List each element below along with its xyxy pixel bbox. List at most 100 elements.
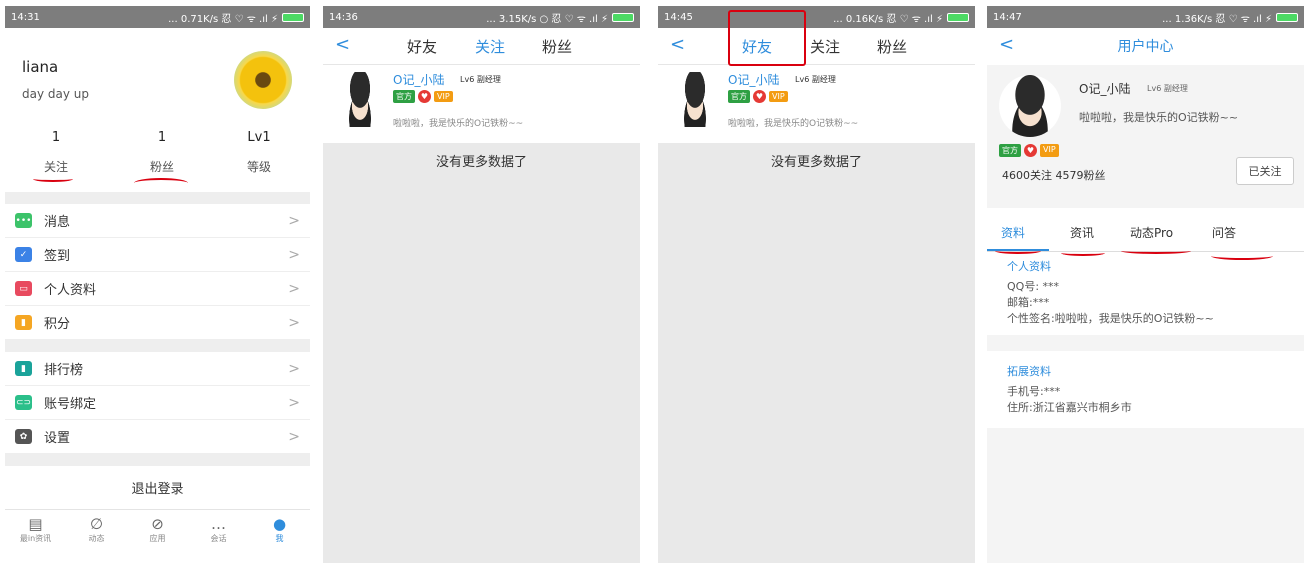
- menu-item-label: 排行榜: [44, 363, 84, 378]
- annotation-underline: [1211, 252, 1273, 260]
- phone-field: 手机号:***: [1007, 385, 1061, 398]
- menu-item-label: 签到: [44, 249, 71, 264]
- tab-following[interactable]: 关注: [475, 36, 505, 57]
- tab-label: 动态: [88, 534, 105, 543]
- following-count: 1: [51, 130, 61, 145]
- user-level: Lv6 副经理: [460, 75, 501, 84]
- logout-button[interactable]: 退出登录: [5, 466, 310, 510]
- following-list-screen: 14:36 ... 3.15K/s ○ 忍 ♡ ᯤ .ıl ⚡ < 好友 关注 …: [323, 6, 640, 563]
- person-icon: ●: [272, 515, 287, 533]
- email-field: 邮箱:***: [1007, 296, 1050, 309]
- battery-icon: [947, 12, 969, 22]
- user-name[interactable]: O记_小陆: [728, 71, 779, 88]
- level-label: 等级: [246, 160, 271, 174]
- menu-item-label: 个人资料: [44, 283, 97, 298]
- chevron-right-icon: >: [288, 212, 300, 229]
- tab-news[interactable]: 资讯: [1070, 224, 1094, 241]
- feather-icon: ∅: [89, 515, 104, 533]
- tab-fans[interactable]: 粉丝: [877, 36, 907, 57]
- settings-gear-icon: ✿: [15, 429, 32, 444]
- profile-card-icon: ▭: [15, 281, 32, 296]
- ranking-icon: ▮: [15, 361, 32, 376]
- avatar[interactable]: [999, 75, 1061, 137]
- qq-field: QQ号: ***: [1007, 280, 1060, 293]
- list-item[interactable]: O记_小陆 Lv6 副经理 官方 ♥ VIP 啦啦啦，我是快乐的O记铁粉~~: [658, 65, 975, 143]
- heart-badge-icon: ♥: [753, 90, 766, 103]
- vip-badge: VIP: [769, 91, 788, 102]
- avatar[interactable]: [675, 72, 715, 127]
- menu-group-2: ▮ 排行榜 > ⊂⊃ 账号绑定 > ✿ 设置 >: [5, 352, 310, 454]
- section-title: 拓展资料: [1007, 365, 1051, 378]
- checkin-icon: ✓: [15, 247, 32, 262]
- tab-chat[interactable]: … 会话: [188, 510, 249, 554]
- annotation-underline: [134, 178, 188, 188]
- status-time: 14:47: [993, 11, 1022, 23]
- tab-qa[interactable]: 问答: [1212, 224, 1236, 241]
- menu-item-points[interactable]: ▮ 积分 >: [5, 306, 310, 340]
- tab-apps[interactable]: ⊘ 应用: [127, 510, 188, 554]
- badge-group: 官方 ♥ VIP: [393, 90, 453, 103]
- divider: [5, 192, 310, 204]
- user-name[interactable]: O记_小陆: [393, 71, 444, 88]
- avatar[interactable]: [340, 72, 380, 127]
- status-bar: 14:47 ... 1.36K/s 忍 ♡ ᯤ .ıl ⚡: [987, 6, 1304, 28]
- annotation-box: [728, 10, 806, 66]
- badge-group: 官方 ♥ VIP: [728, 90, 788, 103]
- status-time: 14:31: [11, 11, 40, 23]
- tab-info[interactable]: 资料: [1001, 224, 1025, 241]
- chat-bubble-icon: …: [211, 515, 226, 533]
- following-button[interactable]: 已关注: [1236, 157, 1294, 185]
- tab-following[interactable]: 关注: [810, 36, 840, 57]
- back-arrow-icon[interactable]: <: [335, 34, 350, 55]
- followers-stat[interactable]: 1 粉丝: [132, 130, 192, 175]
- tab-feed-pro[interactable]: 动态Pro: [1130, 224, 1173, 241]
- profile-tabs: 资料 资讯 动态Pro 问答: [987, 214, 1304, 260]
- menu-item-settings[interactable]: ✿ 设置 >: [5, 420, 310, 454]
- menu-item-messages[interactable]: ••• 消息 >: [5, 204, 310, 238]
- official-badge: 官方: [728, 90, 750, 103]
- level-stat[interactable]: Lv1 等级: [229, 130, 289, 175]
- chevron-right-icon: >: [288, 280, 300, 297]
- heart-badge-icon: ♥: [418, 90, 431, 103]
- page-title: 用户中心: [1117, 39, 1174, 55]
- list-item[interactable]: O记_小陆 Lv6 副经理 官方 ♥ VIP 啦啦啦，我是快乐的O记铁粉~~: [323, 65, 640, 143]
- user-level: Lv6 副经理: [1147, 84, 1188, 93]
- status-network: ... 3.15K/s ○ 忍 ♡ ᯤ .ıl ⚡: [486, 13, 608, 25]
- profile-me-screen: 14:31 ... 0.71K/s 忍 ♡ ᯤ .ıl ⚡ liana day …: [5, 6, 310, 563]
- username: liana: [22, 58, 59, 76]
- menu-item-label: 消息: [44, 215, 71, 230]
- personal-info-section: 个人资料 QQ号: *** 邮箱:*** 个性签名:啦啦啦，我是快乐的O记铁粉~…: [987, 252, 1304, 335]
- back-arrow-icon[interactable]: <: [670, 34, 685, 55]
- level-value: Lv1: [247, 130, 271, 145]
- tab-fans[interactable]: 粉丝: [542, 36, 572, 57]
- tab-feed[interactable]: ∅ 动态: [66, 510, 127, 554]
- avatar[interactable]: [234, 51, 292, 109]
- user-signature: 啦啦啦，我是快乐的O记铁粉~~: [1079, 111, 1239, 124]
- menu-item-ranking[interactable]: ▮ 排行榜 >: [5, 352, 310, 386]
- following-stat[interactable]: 1 关注: [26, 130, 86, 175]
- heart-badge-icon: ♥: [1024, 144, 1037, 157]
- tab-me[interactable]: ● 我: [249, 510, 310, 554]
- menu-item-label: 积分: [44, 317, 71, 332]
- menu-item-checkin[interactable]: ✓ 签到 >: [5, 238, 310, 272]
- compass-icon: ⊘: [151, 515, 164, 533]
- account-bind-icon: ⊂⊃: [15, 395, 32, 410]
- chevron-right-icon: >: [288, 246, 300, 263]
- menu-item-account-binding[interactable]: ⊂⊃ 账号绑定 >: [5, 386, 310, 420]
- divider: [987, 335, 1304, 351]
- user-signature: 啦啦啦，我是快乐的O记铁粉~~: [728, 119, 859, 129]
- following-label: 关注: [43, 160, 68, 174]
- tab-friends[interactable]: 好友: [407, 36, 437, 57]
- tab-label: 会话: [210, 534, 227, 543]
- battery-icon: [1276, 12, 1298, 22]
- status-time: 14:45: [664, 11, 693, 23]
- menu-item-profile[interactable]: ▭ 个人资料 >: [5, 272, 310, 306]
- user-center-screen: 14:47 ... 1.36K/s 忍 ♡ ᯤ .ıl ⚡ < 用户中心 O记_…: [987, 6, 1304, 563]
- menu-item-label: 账号绑定: [44, 397, 97, 412]
- tab-label: 应用: [149, 534, 166, 543]
- menu-item-label: 设置: [44, 431, 71, 446]
- divider: [5, 340, 310, 352]
- user-name: O记_小陆: [1079, 82, 1131, 96]
- tab-news[interactable]: ▤ 最in资讯: [5, 510, 66, 554]
- user-signature: day day up: [22, 87, 89, 101]
